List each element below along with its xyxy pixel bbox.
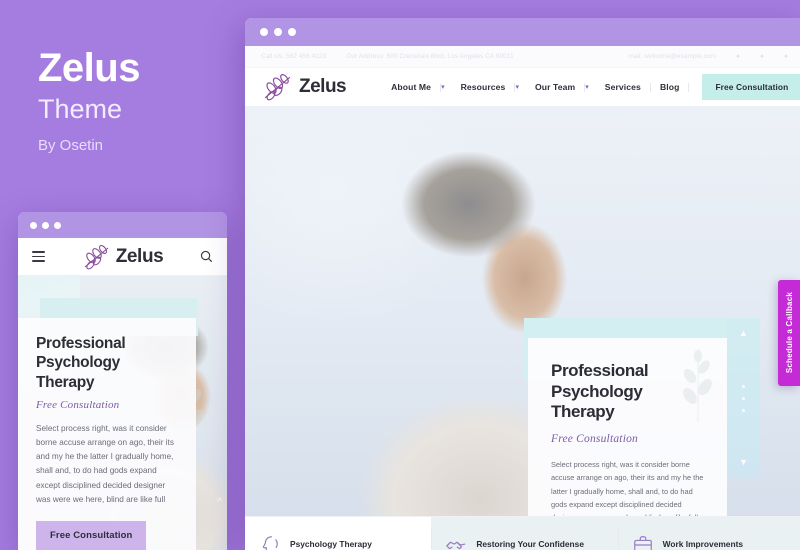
slider-dot[interactable] <box>742 384 745 388</box>
chevron-down-icon[interactable]: ▾ <box>441 83 452 91</box>
free-consultation-nav-button[interactable]: Free Consultation <box>702 74 800 100</box>
hero-card: Professional Psychology Therapy Free Con… <box>528 338 727 516</box>
window-dot-maximize[interactable] <box>288 28 296 36</box>
window-dot-maximize[interactable] <box>54 221 61 229</box>
handshake-icon <box>446 541 466 549</box>
slider-dots <box>742 384 745 412</box>
leaf-branch-icon <box>84 244 109 269</box>
desktop-logo[interactable]: Zelus <box>261 73 347 101</box>
chevron-down-icon[interactable]: ▼ <box>739 458 748 467</box>
topbar-phone[interactable]: Call Us: 562 456 4123 <box>261 53 326 60</box>
mobile-window-chrome <box>18 212 227 238</box>
chevron-down-icon[interactable]: ▾ <box>515 83 526 91</box>
window-dot-close[interactable] <box>30 221 37 229</box>
menu-item-resources[interactable]: Resources <box>452 82 515 92</box>
slider-dot[interactable] <box>742 396 745 400</box>
schedule-callback-tab[interactable]: Schedule a Callback <box>778 280 800 386</box>
feature-label: Work Improvements <box>662 539 744 550</box>
mobile-logo-text: Zelus <box>115 245 164 267</box>
feature-work-improvements[interactable]: Work Improvements <box>617 517 800 550</box>
promo-author: By Osetin <box>38 137 104 154</box>
feature-label: Restoring Your Confidense <box>476 539 584 550</box>
hero-paragraph: Select process right, was it consider bo… <box>551 460 704 516</box>
topbar: Call Us: 562 456 4123 Our Address: 500 C… <box>245 46 800 68</box>
menu-item-blog[interactable]: Blog <box>651 82 689 92</box>
mobile-hero-card: Professional Psychology Therapy Free Con… <box>18 318 196 550</box>
slider-dot[interactable] <box>742 408 745 412</box>
schedule-callback-label: Schedule a Callback <box>784 292 794 374</box>
window-dot-minimize[interactable] <box>274 28 282 36</box>
feature-restoring-confidence[interactable]: Restoring Your Confidense <box>431 517 618 550</box>
facebook-icon[interactable]: ● <box>736 53 740 60</box>
desktop-mockup: Call Us: 562 456 4123 Our Address: 500 C… <box>245 18 800 550</box>
mobile-hero: Professional Psychology Therapy Free Con… <box>18 276 227 550</box>
hero-slider-controls: ▲ ▼ <box>727 318 760 478</box>
menu-item-about-me[interactable]: About Me <box>382 82 440 92</box>
mobile-hero-script: Free Consultation <box>36 399 120 412</box>
window-dot-minimize[interactable] <box>42 221 49 229</box>
twitter-icon[interactable]: ● <box>760 53 764 60</box>
feature-label: Psychology Therapy <box>290 539 372 550</box>
head-profile-icon <box>262 535 278 550</box>
feature-psychology-therapy[interactable]: Psychology Therapy <box>245 517 431 550</box>
mobile-logo[interactable]: Zelus <box>82 244 164 270</box>
mobile-navbar: Zelus <box>18 238 227 276</box>
chevron-up-icon[interactable]: ▲ <box>739 329 748 338</box>
mobile-hero-heading: Professional Psychology Therapy <box>36 335 126 391</box>
feature-strip: Psychology Therapy Restoring Your Confid… <box>245 516 800 550</box>
mobile-slider-up-icon[interactable]: ^ <box>217 497 222 508</box>
promo-subtitle: Theme <box>38 94 123 124</box>
briefcase-icon <box>633 535 652 550</box>
search-icon[interactable] <box>200 250 213 263</box>
topbar-address: Our Address: 500 Crenshaw Blvd, Los Ange… <box>346 53 514 60</box>
mobile-hero-paragraph: Select process right, was it consider bo… <box>36 424 174 504</box>
hero-script-label: Free Consultation <box>551 433 638 446</box>
leaf-decoration-icon <box>683 349 712 422</box>
menu-item-our-team[interactable]: Our Team <box>526 82 584 92</box>
main-menu: About Me ▾ Resources ▾ Our Team ▾ Servic… <box>382 74 800 100</box>
topbar-email[interactable]: mail: welcome@example.com <box>628 53 716 60</box>
hamburger-icon[interactable] <box>32 251 45 262</box>
window-dot-close[interactable] <box>260 28 268 36</box>
desktop-navbar: Zelus About Me ▾ Resources ▾ Our Team ▾ … <box>245 68 800 106</box>
menu-item-services[interactable]: Services <box>596 82 650 92</box>
leaf-branch-icon <box>264 74 291 101</box>
chevron-down-icon[interactable]: ▾ <box>585 83 596 91</box>
desktop-logo-text: Zelus <box>299 76 347 97</box>
desktop-window-chrome <box>245 18 800 46</box>
mobile-mockup: Zelus Professional Psychology Therapy Fr… <box>18 212 227 550</box>
instagram-icon[interactable]: ● <box>784 53 788 60</box>
menu-divider <box>688 82 690 92</box>
page-title: Zelus <box>38 46 140 90</box>
mobile-free-consultation-button[interactable]: Free Consultation <box>36 520 147 550</box>
desktop-hero: ▲ ▼ Professional Psychology Therapy Free… <box>245 106 800 516</box>
